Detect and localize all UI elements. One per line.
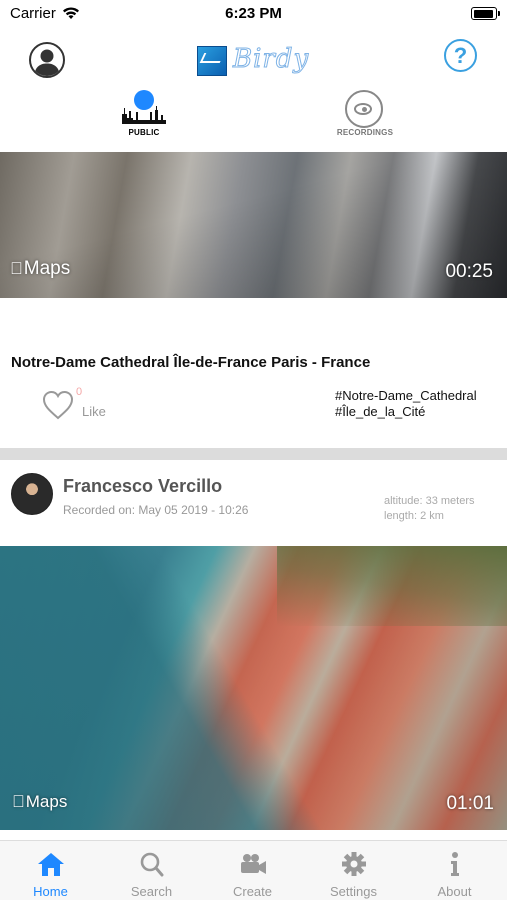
recordings-icon — [345, 90, 383, 128]
maps-label: Maps — [11, 258, 70, 279]
user-icon — [34, 49, 60, 76]
video-duration: 00:25 — [445, 261, 493, 282]
app-logo-text: Birdy — [232, 44, 310, 75]
tab-search[interactable]: Search — [101, 841, 202, 900]
video-duration: 01:01 — [446, 793, 494, 814]
tab-home[interactable]: Home — [0, 841, 101, 900]
tab-home-label: Home — [33, 884, 68, 899]
maps-badge: Maps — [10, 258, 70, 280]
tab-about[interactable]: About — [404, 841, 505, 900]
tab-settings[interactable]: Settings — [303, 841, 404, 900]
video-camera-icon — [241, 854, 266, 874]
tab-create[interactable]: Create — [202, 841, 303, 900]
tab-settings-label: Settings — [330, 884, 377, 899]
status-bar: Carrier 6:23 PM — [0, 0, 507, 30]
app-logo-icon — [197, 46, 227, 76]
app-header: Birdy ? — [0, 38, 507, 86]
heart-icon — [42, 390, 74, 420]
feed-list[interactable]: Maps 00:25 Notre-Dame Cathedral Île-de-… — [0, 152, 507, 840]
maps-label: Maps — [13, 792, 68, 811]
question-icon: ? — [453, 43, 468, 68]
app-screen: Carrier 6:23 PM Birdy ? PUBLIC RECORDING… — [0, 0, 507, 900]
tab-recordings[interactable]: RECORDINGS — [325, 88, 405, 142]
author-name[interactable]: Francesco Vercillo — [63, 476, 222, 497]
hashtag[interactable]: #Île_de_la_Cité — [335, 404, 477, 420]
like-label: Like — [82, 404, 106, 419]
clock: 6:23 PM — [225, 5, 282, 22]
avatar[interactable] — [11, 473, 53, 515]
apple-icon:  — [12, 792, 25, 811]
video-thumbnail[interactable]: Maps 01:01 — [0, 546, 507, 830]
place-title: Notre-Dame Cathedral Île-de-France Paris… — [11, 354, 371, 371]
recorded-date: Recorded on: May 05 2019 - 10:26 — [63, 503, 249, 517]
tab-public[interactable]: PUBLIC — [104, 88, 184, 142]
home-icon — [38, 853, 64, 876]
like-button[interactable]: 0 Like — [42, 386, 122, 424]
hashtags: #Notre-Dame_Cathedral #Île_de_la_Cité — [335, 388, 477, 420]
apple-icon:  — [10, 259, 23, 278]
maps-badge: Maps — [12, 792, 67, 812]
tab-bar: Home Search Create Settings About — [0, 840, 507, 900]
hashtag[interactable]: #Notre-Dame_Cathedral — [335, 388, 477, 404]
feed-card: Notre-Dame Cathedral Île-de-France Paris… — [0, 298, 507, 448]
feed-segments: PUBLIC RECORDINGS — [0, 88, 507, 152]
tab-create-label: Create — [232, 884, 273, 899]
author-row: Francesco Vercillo Recorded on: May 05 2… — [0, 460, 507, 546]
length-text: length: 2 km — [384, 510, 444, 522]
altitude-text: altitude: 33 meters — [384, 495, 475, 507]
search-icon — [140, 852, 164, 877]
city-skyline-icon — [122, 106, 166, 124]
gear-icon — [342, 852, 366, 876]
video-thumbnail[interactable]: Maps 00:25 — [0, 152, 507, 298]
battery-icon — [471, 7, 500, 20]
tab-public-label: PUBLIC — [128, 128, 160, 137]
tab-recordings-label: RECORDINGS — [336, 128, 394, 137]
like-count: 0 — [76, 386, 83, 398]
recording-meta: altitude: 33 meters length: 2 km — [384, 494, 475, 524]
help-button[interactable]: ? — [444, 39, 477, 72]
tab-search-label: Search — [130, 884, 173, 899]
info-icon — [451, 852, 459, 876]
tab-about-label: About — [437, 884, 472, 899]
card-divider — [0, 448, 507, 460]
profile-button[interactable] — [29, 42, 65, 78]
